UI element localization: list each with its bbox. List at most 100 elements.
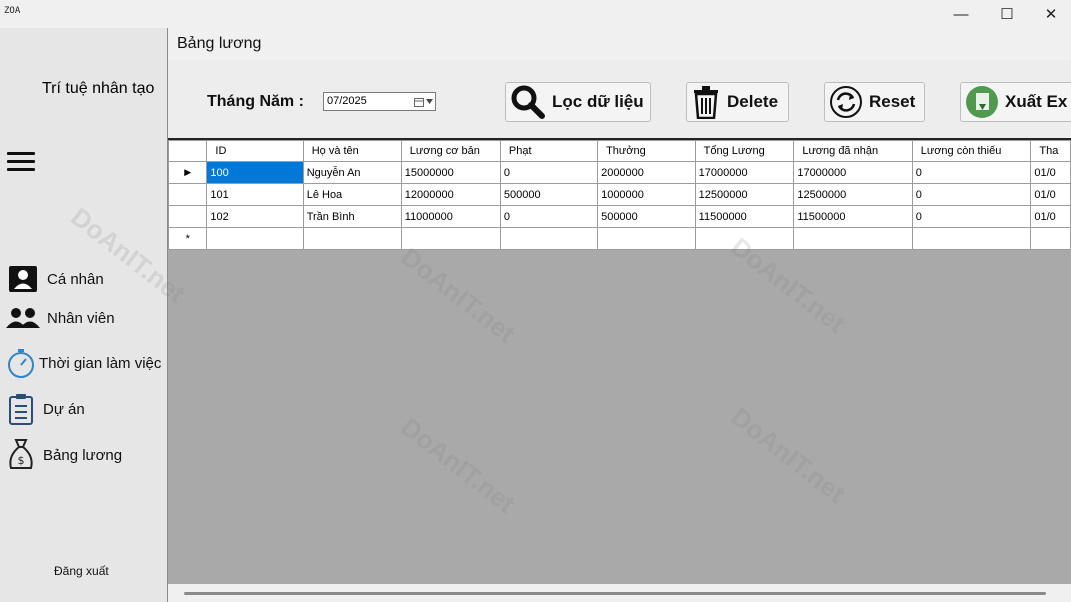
table-row[interactable]: ▶ 100 Nguyễn An 15000000 0 2000000 17000…: [168, 161, 1071, 184]
table-cell[interactable]: 0: [911, 161, 1032, 184]
table-cell[interactable]: 100: [206, 161, 304, 184]
table-cell[interactable]: 01/0: [1030, 183, 1071, 206]
app-icon: ZOA: [4, 6, 21, 16]
table-cell[interactable]: 01/0: [1030, 161, 1071, 184]
table-cell[interactable]: 102: [206, 205, 304, 228]
sidebar: Trí tuệ nhân tạo Cá nhân Nhân viên Thời …: [0, 28, 168, 602]
scrollbar-thumb[interactable]: [184, 592, 1046, 595]
table-cell[interactable]: 11500000: [793, 205, 913, 228]
table-cell[interactable]: 17000000: [694, 161, 795, 184]
column-header-base-salary[interactable]: Lương cơ bản: [400, 140, 501, 162]
reset-label: Reset: [869, 92, 916, 111]
close-button[interactable]: ✕: [1028, 0, 1071, 28]
table-cell[interactable]: 101: [206, 183, 304, 206]
filter-data-button[interactable]: Lọc dữ liệu: [505, 82, 651, 122]
column-header-bonus[interactable]: Thưởng: [597, 140, 696, 162]
column-header-name[interactable]: Họ và tên: [302, 140, 402, 162]
table-cell[interactable]: [694, 227, 795, 250]
table-cell[interactable]: Trần Bình: [302, 205, 402, 228]
table-cell[interactable]: [206, 227, 304, 250]
sidebar-item-label: Bảng lương: [43, 446, 123, 464]
table-cell[interactable]: 11000000: [400, 205, 501, 228]
delete-button[interactable]: Delete: [686, 82, 789, 122]
new-row-marker[interactable]: *: [168, 227, 208, 250]
salary-table: ID Họ và tên Lương cơ bản Phạt Thưởng Tổ…: [168, 140, 1071, 250]
table-cell[interactable]: 0: [911, 183, 1032, 206]
column-header-received[interactable]: Lương đã nhận: [793, 140, 913, 162]
table-cell[interactable]: [597, 227, 696, 250]
page-title: Bảng lương: [177, 35, 262, 52]
hamburger-menu-icon[interactable]: [7, 152, 35, 174]
new-row[interactable]: *: [168, 227, 1071, 250]
export-excel-label: Xuất Ex: [1005, 92, 1068, 111]
month-year-label: Tháng Năm :: [207, 93, 304, 110]
delete-label: Delete: [727, 92, 779, 111]
trash-icon: [694, 86, 718, 119]
table-cell[interactable]: [400, 227, 501, 250]
brand-title: Trí tuệ nhân tạo: [42, 80, 155, 97]
salary-data-grid[interactable]: ID Họ và tên Lương cơ bản Phạt Thưởng Tổ…: [168, 138, 1071, 586]
clipboard-list-icon: [9, 394, 33, 425]
sidebar-item-nhan-vien[interactable]: Nhân viên: [0, 301, 115, 335]
svg-text:$: $: [18, 454, 25, 467]
table-cell[interactable]: 12500000: [793, 183, 913, 206]
maximize-button[interactable]: ☐: [984, 0, 1030, 28]
table-row[interactable]: 101 Lê Hoa 12000000 500000 1000000 12500…: [168, 183, 1071, 206]
table-cell[interactable]: 01/0: [1030, 205, 1071, 228]
people-icon: [6, 308, 40, 328]
title-bar: ZOA — ☐ ✕: [0, 0, 1071, 28]
table-cell[interactable]: [499, 227, 599, 250]
grid-header-row: ID Họ và tên Lương cơ bản Phạt Thưởng Tổ…: [168, 140, 1071, 162]
money-bag-icon: $: [9, 439, 33, 469]
table-cell[interactable]: [302, 227, 402, 250]
table-cell[interactable]: 2000000: [597, 161, 696, 184]
table-cell[interactable]: 0: [499, 161, 599, 184]
column-header-date[interactable]: Tha: [1030, 140, 1071, 162]
table-cell[interactable]: 500000: [499, 183, 599, 206]
table-cell[interactable]: [911, 227, 1032, 250]
sidebar-item-label: Nhân viên: [47, 309, 115, 327]
month-year-value: 07/2025: [327, 95, 367, 107]
column-header-penalty[interactable]: Phạt: [499, 140, 599, 162]
sidebar-item-du-an[interactable]: Dự án: [0, 392, 85, 426]
table-cell[interactable]: [793, 227, 913, 250]
sidebar-item-label: Cá nhân: [47, 270, 104, 288]
column-header-outstanding[interactable]: Lương còn thiếu: [911, 140, 1032, 162]
month-year-picker[interactable]: 07/2025: [323, 92, 436, 111]
column-header-id[interactable]: ID: [206, 140, 304, 162]
person-badge-icon: [9, 266, 37, 292]
filter-data-label: Lọc dữ liệu: [552, 92, 644, 111]
calendar-dropdown-icon[interactable]: [413, 95, 433, 108]
column-header-total-salary[interactable]: Tổng Lương: [694, 140, 795, 162]
export-excel-button[interactable]: Xuất Ex: [960, 82, 1071, 122]
excel-export-icon: [966, 86, 998, 118]
table-cell[interactable]: 11500000: [694, 205, 795, 228]
current-row-marker[interactable]: ▶: [168, 161, 208, 184]
reset-button[interactable]: Reset: [824, 82, 925, 122]
table-cell[interactable]: 500000: [597, 205, 696, 228]
table-cell[interactable]: 0: [911, 205, 1032, 228]
table-cell[interactable]: Lê Hoa: [302, 183, 402, 206]
sidebar-item-thoi-gian[interactable]: Thời gian làm việc: [0, 346, 161, 380]
sidebar-item-label: Dự án: [43, 400, 85, 418]
row-header[interactable]: [168, 205, 208, 228]
row-header[interactable]: [168, 183, 208, 206]
table-cell[interactable]: 12500000: [694, 183, 795, 206]
refresh-icon: [830, 86, 862, 118]
row-header-corner: [168, 140, 208, 162]
table-row[interactable]: 102 Trần Bình 11000000 0 500000 11500000…: [168, 205, 1071, 228]
minimize-button[interactable]: —: [938, 0, 984, 28]
table-cell[interactable]: Nguyễn An: [302, 161, 402, 184]
logout-link[interactable]: Đăng xuất: [54, 564, 109, 578]
sidebar-item-bang-luong[interactable]: $ Bảng lương: [0, 438, 122, 472]
horizontal-scrollbar[interactable]: [168, 584, 1071, 602]
table-cell[interactable]: 17000000: [793, 161, 913, 184]
stopwatch-icon: [8, 349, 34, 378]
table-cell[interactable]: 0: [499, 205, 599, 228]
sidebar-item-ca-nhan[interactable]: Cá nhân: [0, 262, 104, 296]
table-cell[interactable]: 1000000: [597, 183, 696, 206]
table-cell[interactable]: [1030, 227, 1071, 250]
table-cell[interactable]: 12000000: [400, 183, 501, 206]
table-cell[interactable]: 15000000: [400, 161, 501, 184]
magnifier-icon: [511, 85, 545, 119]
